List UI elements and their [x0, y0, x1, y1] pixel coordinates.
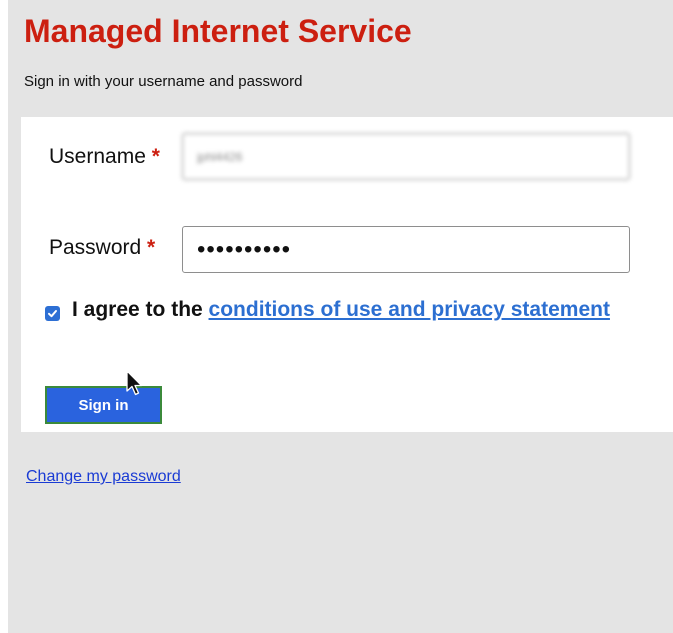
- agree-prefix: I agree to the: [72, 298, 209, 321]
- agree-text: I agree to the conditions of use and pri…: [72, 298, 610, 322]
- agree-checkbox[interactable]: [45, 306, 60, 321]
- password-label: Password *: [49, 236, 155, 260]
- checkmark-icon: [48, 310, 57, 318]
- required-marker: *: [151, 145, 160, 168]
- page-title: Managed Internet Service: [24, 13, 412, 49]
- password-input[interactable]: [182, 226, 630, 273]
- conditions-link[interactable]: conditions of use and privacy statement: [209, 298, 610, 321]
- username-label: Username *: [49, 145, 160, 169]
- mouse-pointer-icon: [126, 370, 143, 396]
- page-subtitle: Sign in with your username and password: [24, 73, 303, 90]
- required-marker: *: [147, 236, 156, 259]
- username-label-text: Username: [49, 145, 146, 168]
- change-password-link[interactable]: Change my password: [26, 468, 181, 486]
- password-label-text: Password: [49, 236, 142, 259]
- username-input[interactable]: [182, 133, 630, 180]
